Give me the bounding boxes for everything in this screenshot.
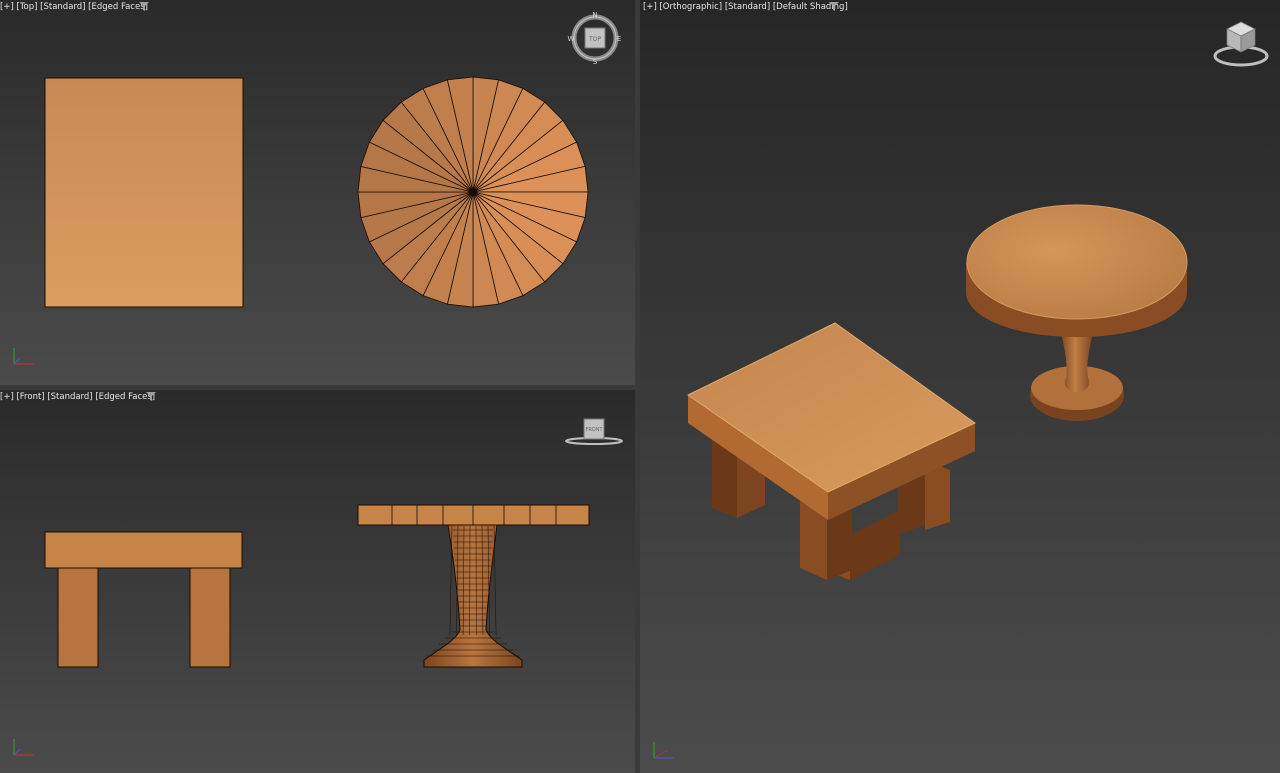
viewport-front-preset-menu[interactable]: [Standard] [47,392,92,402]
viewcube-face-label: FRONT [585,427,603,433]
filter-icon[interactable] [146,392,156,401]
viewport-front-scene[interactable] [0,390,635,773]
viewport-ortho-plus-menu[interactable]: [+] [643,2,657,12]
viewcube-face-label: TOP [588,36,601,43]
filter-icon[interactable] [829,2,839,11]
viewport-front-label[interactable]: [+] [Front] [Standard] [Edged Faces] [0,391,155,403]
viewport-top-preset-menu[interactable]: [Standard] [40,2,85,12]
viewport-orthographic-scene[interactable] [640,0,1280,773]
round-table-top-view[interactable] [357,76,589,308]
viewport-ortho-label[interactable]: [+] [Orthographic] [Standard] [Default S… [643,1,848,13]
viewport-orthographic[interactable]: [+] [Orthographic] [Standard] [Default S… [640,0,1280,773]
viewport-top[interactable]: [+] [Top] [Standard] [Edged Faces] TOP N… [0,0,635,385]
viewport-ortho-view-menu[interactable]: [Orthographic] [659,2,722,12]
viewport-top-plus-menu[interactable]: [+] [0,2,14,12]
filter-icon[interactable] [139,2,149,11]
compass-east-label: E [617,35,621,43]
viewport-divider-horizontal[interactable] [0,385,635,390]
viewport-top-scene[interactable] [0,0,635,385]
viewcube-front[interactable]: FRONT [562,416,626,448]
viewport-front-view-menu[interactable]: [Front] [16,392,44,402]
viewcube-ortho[interactable] [1212,18,1270,68]
viewport-top-label[interactable]: [+] [Top] [Standard] [Edged Faces] [0,1,148,13]
axis-tripod-icon [13,348,34,365]
compass-north-label: N [592,11,597,19]
viewport-ortho-preset-menu[interactable]: [Standard] [725,2,770,12]
square-table-top-view[interactable] [44,77,244,308]
axis-tripod-icon [653,742,674,759]
viewport-top-view-menu[interactable]: [Top] [16,2,37,12]
viewport-front[interactable]: [+] [Front] [Standard] [Edged Faces] FRO… [0,390,635,773]
viewcube-top[interactable]: TOP N S E W [567,10,623,66]
compass-south-label: S [593,58,598,66]
viewport-front-plus-menu[interactable]: [+] [0,392,14,402]
compass-west-label: W [568,35,575,43]
axis-tripod-icon [13,739,34,756]
